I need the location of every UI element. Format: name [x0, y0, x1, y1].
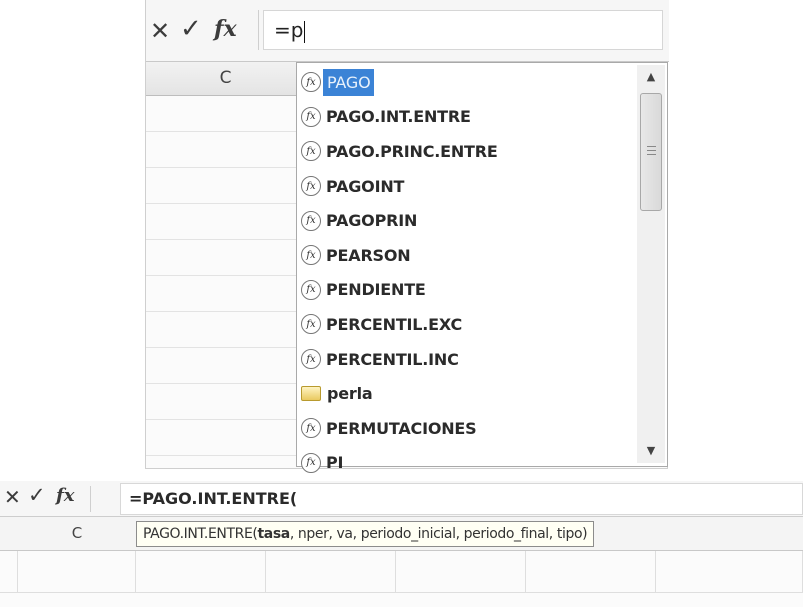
cancel-x-icon[interactable]: ✕ [150, 17, 170, 45]
autocomplete-item[interactable]: fx PERCENTIL.INC [301, 342, 631, 377]
function-icon: fx [301, 106, 321, 127]
function-icon: fx [301, 141, 321, 162]
function-icon: fx [301, 349, 321, 370]
autocomplete-screenshot: ✕ ✓ fx =p C fx PAGO fx PAGO.INT.ENTRE fx PAGO… [145, 0, 669, 473]
formula-bar: ✕ ✓ fx =PAGO.INT.ENTRE( [0, 481, 803, 517]
grid-cell[interactable] [146, 132, 306, 168]
autocomplete-item-label: PAGO.PRINC.ENTRE [326, 141, 498, 161]
autocomplete-item[interactable]: fx PAGO.PRINC.ENTRE [301, 134, 631, 169]
formula-text: =p [274, 18, 304, 42]
function-icon: fx [301, 245, 321, 266]
grid-cell[interactable] [146, 312, 306, 348]
autocomplete-item[interactable]: fx PERCENTIL.EXC [301, 307, 631, 342]
autocomplete-item[interactable]: fx PEARSON [301, 238, 631, 273]
function-icon: fx [301, 210, 321, 231]
function-icon: fx [301, 452, 321, 473]
function-autocomplete-dropdown[interactable]: fx PAGO fx PAGO.INT.ENTRE fx PAGO.PRINC.ENTRE… [296, 62, 668, 473]
grid-cell[interactable] [146, 96, 306, 132]
autocomplete-list: fx PAGO fx PAGO.INT.ENTRE fx PAGO.PRINC.ENTRE… [301, 65, 631, 480]
autocomplete-item-label: PAGOPRIN [326, 211, 418, 231]
function-tooltip-screenshot: ✕ ✓ fx =PAGO.INT.ENTRE( C PAGO.INT.ENTRE… [0, 481, 803, 607]
grid-cell[interactable] [526, 551, 656, 593]
autocomplete-item[interactable]: perla [301, 376, 631, 411]
dropdown-scrollbar[interactable]: ▲ ▼ [637, 65, 665, 463]
grid-cell[interactable] [656, 551, 803, 593]
grid-cell[interactable] [266, 551, 396, 593]
tooltip-function-name[interactable]: PAGO.INT.ENTRE( [143, 526, 258, 542]
grid-cell[interactable] [146, 384, 306, 420]
autocomplete-item[interactable]: fx PENDIENTE [301, 273, 631, 308]
grid-cell[interactable] [146, 240, 306, 276]
autocomplete-item-label: PAGOINT [326, 176, 405, 196]
function-argument-tooltip: PAGO.INT.ENTRE(tasa, nper, va, periodo_i… [136, 521, 595, 547]
autocomplete-item-label: PAGO [323, 68, 375, 96]
scrollbar-thumb[interactable] [640, 93, 662, 211]
insert-function-icon[interactable]: fx [214, 16, 237, 42]
formula-input[interactable]: =p [263, 10, 663, 50]
function-icon: fx [301, 314, 321, 335]
grid-cell[interactable] [396, 551, 526, 593]
column-header-c[interactable]: C [146, 62, 306, 96]
grid-cell[interactable] [146, 204, 306, 240]
thumb-grip-icon [647, 146, 656, 147]
function-icon: fx [301, 279, 321, 300]
grid-cell[interactable] [146, 168, 306, 204]
autocomplete-item-label: PENDIENTE [326, 280, 426, 300]
tooltip-current-argument[interactable]: tasa [257, 526, 290, 542]
row-header-cell[interactable] [0, 551, 18, 593]
function-icon: fx [301, 176, 321, 197]
formula-bar-divider [258, 10, 259, 50]
checkmark-icon[interactable]: ✓ [180, 14, 202, 44]
cancel-x-icon[interactable]: ✕ [4, 485, 21, 509]
autocomplete-item[interactable]: fx PERMUTACIONES [301, 411, 631, 446]
grid-cell[interactable] [136, 551, 266, 593]
cell-grid [146, 96, 306, 456]
autocomplete-item-label: PEARSON [326, 245, 411, 265]
checkmark-icon[interactable]: ✓ [28, 483, 46, 507]
formula-bar-divider [90, 486, 91, 512]
grid-cell[interactable] [146, 348, 306, 384]
column-header-c[interactable]: C [18, 517, 136, 550]
grid-cell[interactable] [146, 276, 306, 312]
autocomplete-item-label: PERMUTACIONES [326, 418, 477, 438]
autocomplete-item[interactable]: fx PAGOINT [301, 169, 631, 204]
function-icon: fx [301, 72, 321, 93]
autocomplete-item[interactable]: fx PAGOPRIN [301, 203, 631, 238]
grid-cell[interactable] [18, 551, 136, 593]
function-icon: fx [301, 418, 321, 439]
formula-bar: ✕ ✓ fx =p [146, 0, 669, 62]
autocomplete-item-label: PERCENTIL.INC [326, 349, 459, 369]
scroll-down-arrow-icon[interactable]: ▼ [637, 439, 665, 463]
autocomplete-item[interactable]: fx PAGO [301, 65, 631, 100]
formula-input[interactable]: =PAGO.INT.ENTRE( [120, 483, 803, 515]
insert-function-icon[interactable]: fx [56, 485, 74, 506]
autocomplete-item[interactable]: fx PI [301, 446, 631, 481]
autocomplete-item-label: PAGO.INT.ENTRE [326, 107, 471, 127]
autocomplete-item-label: PERCENTIL.EXC [326, 314, 463, 334]
cell-grid [0, 551, 803, 607]
defined-name-icon [301, 386, 321, 402]
grid-cell[interactable] [146, 420, 306, 456]
tooltip-remaining-arguments: , nper, va, periodo_inicial, periodo_fin… [289, 526, 588, 542]
autocomplete-item[interactable]: fx PAGO.INT.ENTRE [301, 100, 631, 135]
autocomplete-item-label: PI [326, 453, 344, 473]
scroll-up-arrow-icon[interactable]: ▲ [637, 65, 665, 89]
autocomplete-item-label: perla [327, 384, 373, 404]
text-caret [304, 20, 306, 43]
